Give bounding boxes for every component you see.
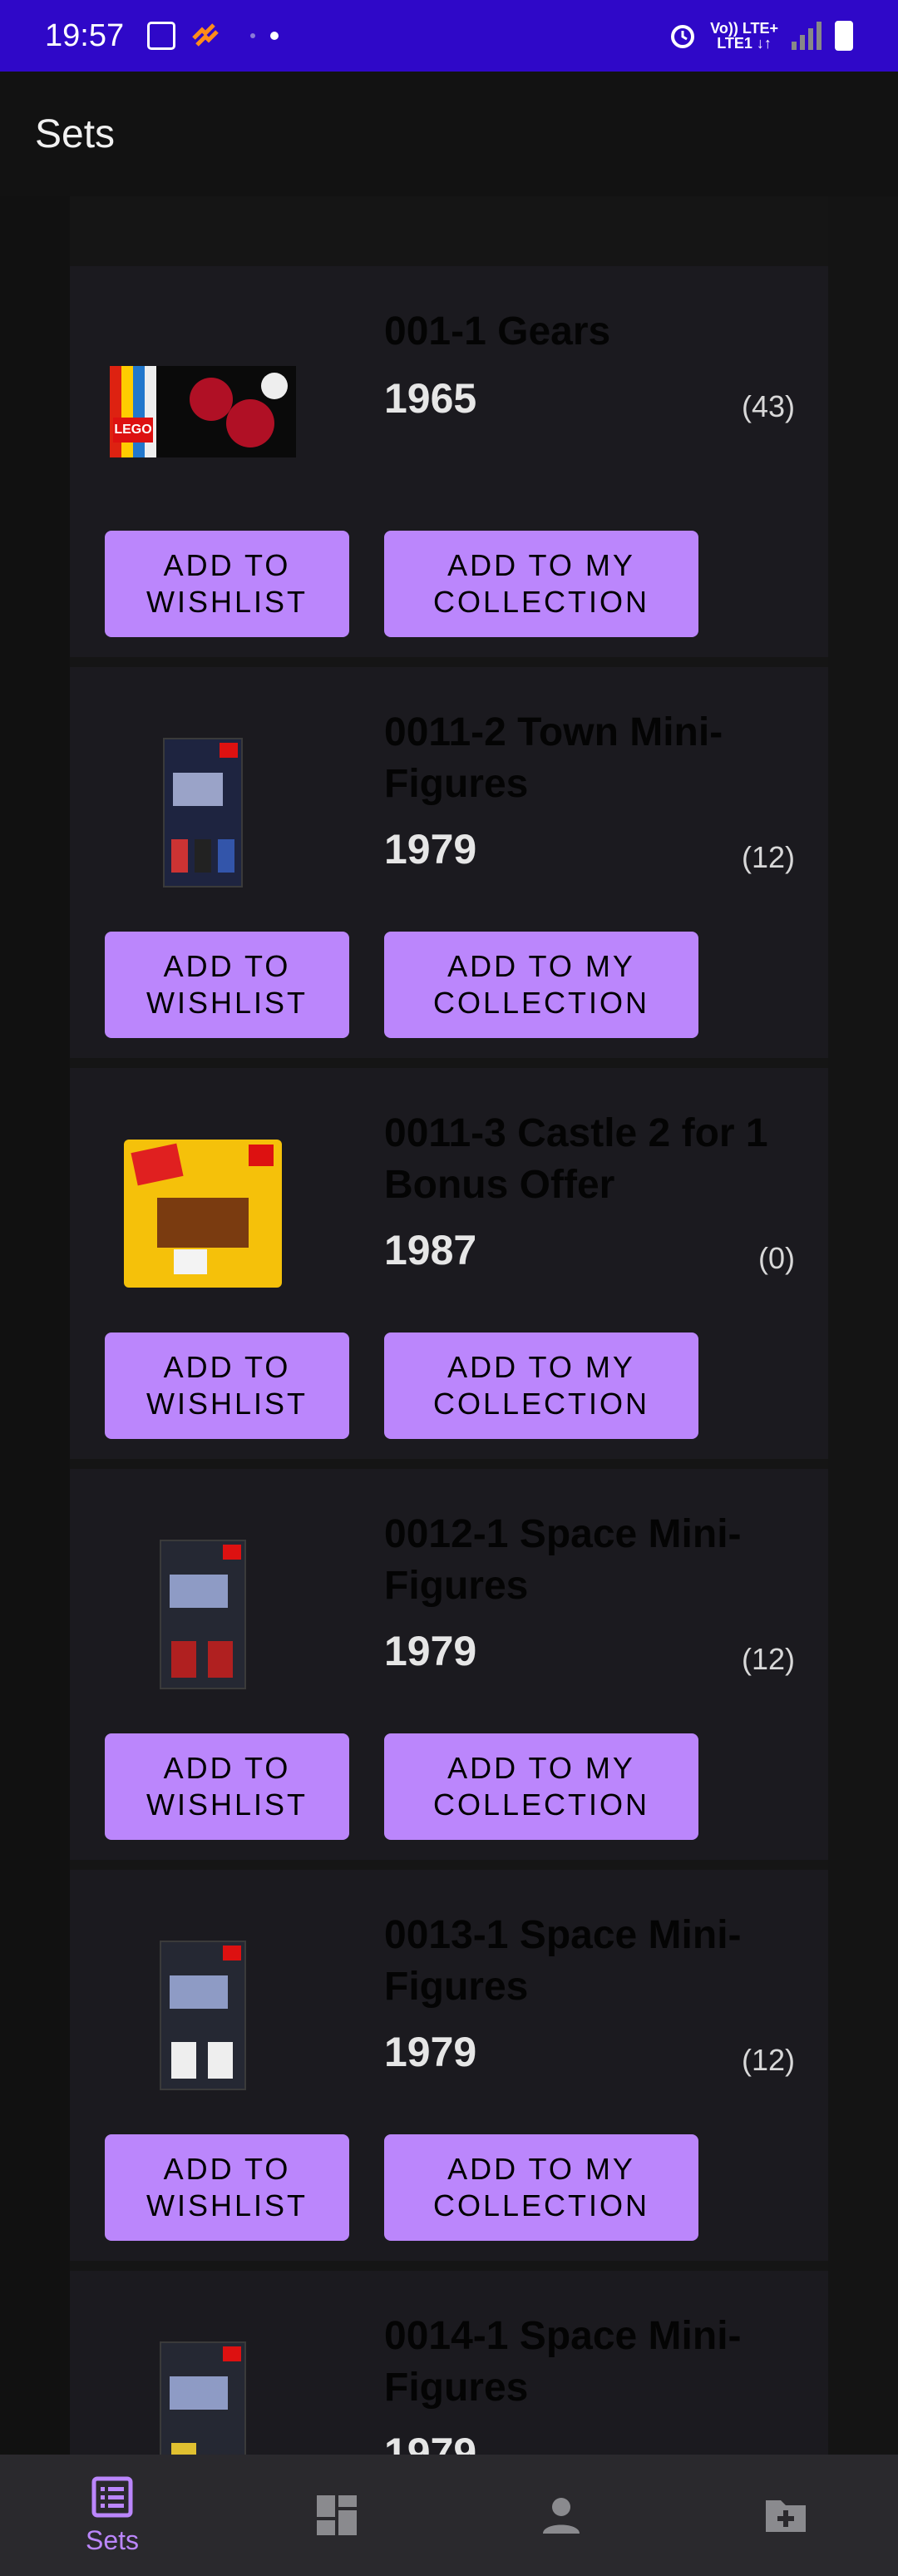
set-image [103, 1135, 303, 1293]
add-to-collection-button[interactable]: ADD TO MY COLLECTION [384, 932, 698, 1038]
set-image [103, 1535, 303, 1693]
set-card[interactable]: 0011-3 Castle 2 for 1 Bonus Offer 1987 (… [70, 1068, 828, 1459]
set-year: 1979 [384, 2430, 477, 2455]
set-title: 0011-3 Castle 2 for 1 Bonus Offer [384, 1111, 768, 1207]
set-image: LEGO [103, 333, 303, 491]
app-bar: Sets [0, 72, 898, 196]
nav-item-add[interactable] [674, 2455, 898, 2576]
status-time: 19:57 [45, 17, 125, 53]
nav-label-sets: Sets [85, 2524, 140, 2555]
add-folder-icon [766, 2500, 806, 2532]
set-title: 0012-1 Space Mini-Figures [384, 1512, 742, 1608]
set-card[interactable]: 0011-2 Town Mini-Figures 1979 (12) ADD T… [70, 667, 828, 1058]
set-image [103, 1936, 303, 2094]
add-to-collection-button[interactable]: ADD TO MY COLLECTION [384, 1733, 698, 1840]
set-title: 0011-2 Town Mini-Figures [384, 710, 723, 806]
bottom-navigation: Sets [0, 2455, 898, 2576]
alarm-icon [671, 25, 695, 48]
add-to-wishlist-button[interactable]: ADD TO WISHLIST [105, 2134, 349, 2241]
set-card[interactable]: 0014-1 Space Mini-Figures 1979 [70, 2271, 828, 2455]
add-to-collection-button[interactable]: ADD TO MY COLLECTION [384, 2134, 698, 2241]
set-count: (0) [758, 1241, 795, 1275]
add-to-wishlist-button[interactable]: ADD TO WISHLIST [105, 932, 349, 1038]
set-count: (43) [741, 389, 795, 423]
add-to-collection-button[interactable]: ADD TO MY COLLECTION [384, 1332, 698, 1439]
sets-list[interactable]: LEGO 001-1 Gears 1965 (43) ADD TO WISHLI… [0, 196, 898, 2455]
add-to-collection-button[interactable]: ADD TO MY COLLECTION [384, 531, 698, 637]
battery-icon [835, 21, 853, 51]
set-count: (12) [741, 840, 795, 874]
set-year: 1965 [384, 375, 477, 422]
list-icon [91, 2476, 133, 2517]
nav-item-dashboard[interactable] [224, 2455, 449, 2576]
dot-icon [250, 33, 256, 38]
set-title: 001-1 Gears [384, 309, 611, 354]
set-count: (12) [741, 1642, 795, 1676]
set-year: 1979 [384, 1628, 477, 1674]
set-card[interactable]: LEGO 001-1 Gears 1965 (43) ADD TO WISHLI… [70, 266, 828, 657]
lte-label-top: Vo)) LTE+ [710, 20, 778, 37]
person-icon [543, 2498, 580, 2534]
set-count: (12) [741, 2043, 795, 2077]
notification-dot-icon [270, 32, 279, 40]
nav-item-sets[interactable]: Sets [0, 2455, 224, 2576]
status-bar: 19:57 Vo)) LTE+ LTE1 ↓↑ [0, 0, 898, 72]
gallery-icon [147, 22, 176, 50]
page-title: Sets [35, 111, 116, 156]
network-type: Vo)) LTE+ LTE1 ↓↑ [710, 21, 778, 51]
set-card[interactable]: 0012-1 Space Mini-Figures 1979 (12) ADD … [70, 1469, 828, 1860]
set-year: 1979 [384, 826, 477, 873]
set-image [103, 2337, 303, 2455]
set-title: 0013-1 Space Mini-Figures [384, 1913, 742, 2009]
set-title: 0014-1 Space Mini-Figures [384, 2314, 742, 2410]
set-year: 1987 [384, 1227, 477, 1273]
add-to-wishlist-button[interactable]: ADD TO WISHLIST [105, 531, 349, 637]
set-image [103, 734, 303, 892]
nav-item-profile[interactable] [449, 2455, 674, 2576]
app-notification-icon [192, 23, 219, 47]
add-to-wishlist-button[interactable]: ADD TO WISHLIST [105, 1332, 349, 1439]
add-to-wishlist-button[interactable]: ADD TO WISHLIST [105, 1733, 349, 1840]
set-year: 1979 [384, 2029, 477, 2075]
lte-label-bottom: LTE1 ↓↑ [717, 35, 772, 52]
set-card[interactable]: 0013-1 Space Mini-Figures 1979 (12) ADD … [70, 1870, 828, 2261]
dashboard-icon [317, 2495, 357, 2535]
signal-icon [792, 22, 822, 50]
